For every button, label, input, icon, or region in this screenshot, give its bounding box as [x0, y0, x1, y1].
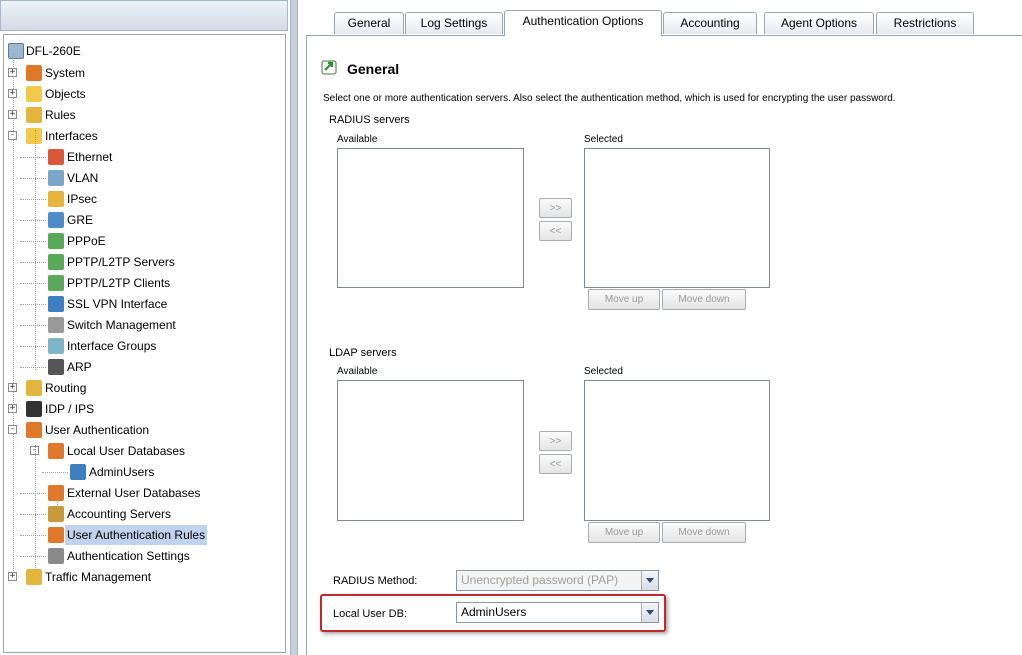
tree-item-label: PPTP/L2TP Clients: [67, 276, 171, 290]
user-db-icon: [70, 464, 86, 480]
ldap-move-up-button[interactable]: Move up: [588, 522, 660, 543]
collapse-icon[interactable]: -: [8, 131, 17, 140]
ldap-available-list[interactable]: [337, 380, 524, 521]
arp-icon: [48, 359, 64, 375]
rules-icon: [26, 107, 42, 123]
expand-icon[interactable]: +: [8, 68, 17, 77]
lock-icon: [48, 191, 64, 207]
auth-rules-icon: [48, 527, 64, 543]
ldap-selected-list[interactable]: [584, 380, 770, 521]
pptp-client-icon: [48, 275, 64, 291]
auth-settings-icon: [48, 548, 64, 564]
tree-item-label: Interfaces: [45, 129, 98, 143]
radius-available-list[interactable]: [337, 148, 524, 288]
ldap-move-down-button[interactable]: Move down: [662, 522, 746, 543]
section-title: General: [347, 61, 400, 77]
tab-restrictions[interactable]: Restrictions: [876, 12, 974, 34]
radius-method-select[interactable]: Unencrypted password (PAP): [456, 570, 659, 591]
tree-root-label: DFL-260E: [26, 44, 81, 58]
tab-content: General Select one or more authenticatio…: [306, 35, 1022, 655]
radius-move-up-button[interactable]: Move up: [588, 289, 660, 310]
tree-item-label: Interface Groups: [67, 339, 157, 353]
collapse-icon[interactable]: -: [8, 425, 17, 434]
radius-method-value: Unencrypted password (PAP): [461, 573, 619, 587]
radius-selected-label: Selected: [584, 134, 623, 145]
tree-item-label: External User Databases: [67, 486, 201, 500]
expand-icon[interactable]: +: [8, 383, 17, 392]
panel-splitter[interactable]: [290, 0, 298, 655]
expand-icon[interactable]: +: [8, 89, 17, 98]
device-icon: [8, 43, 24, 59]
interface-groups-icon: [48, 338, 64, 354]
gre-icon: [48, 212, 64, 228]
tree-item-label: IPsec: [67, 192, 98, 206]
tree-item-label: User Authentication: [45, 423, 150, 437]
tab-accounting[interactable]: Accounting: [663, 12, 757, 34]
tree-item-label: System: [45, 66, 86, 80]
pptp-server-icon: [48, 254, 64, 270]
tree-item-label: ARP: [67, 360, 92, 374]
tab-agent-options[interactable]: Agent Options: [764, 12, 874, 34]
tree-item-label: AdminUsers: [89, 465, 155, 479]
ldap-available-label: Available: [337, 366, 378, 377]
section-description: Select one or more authentication server…: [323, 93, 896, 104]
tree-item-label: IDP / IPS: [45, 402, 95, 416]
folder-icon: [26, 128, 42, 144]
radius-method-label: RADIUS Method:: [333, 575, 418, 587]
main-panel: General Log Settings Authentication Opti…: [298, 0, 1022, 655]
folder-icon: [26, 86, 42, 102]
tab-general[interactable]: General: [334, 12, 404, 34]
tree-item-label: Switch Management: [67, 318, 176, 332]
tree-item-label: Authentication Settings: [67, 549, 190, 563]
navigation-panel: DFL-260E + System + Objects + Rules - Interface…: [0, 0, 290, 655]
vlan-icon: [48, 170, 64, 186]
traffic-icon: [26, 569, 42, 585]
radius-remove-button[interactable]: <<: [539, 221, 572, 241]
radius-selected-list[interactable]: [584, 148, 770, 288]
tree-item-label: Traffic Management: [45, 570, 152, 584]
tree-item-label: Objects: [45, 87, 86, 101]
pppoe-icon: [48, 233, 64, 249]
ldap-selected-label: Selected: [584, 366, 623, 377]
tree-item-label: Rules: [45, 108, 76, 122]
chevron-down-icon: [641, 571, 658, 590]
tree-item-label: VLAN: [67, 171, 99, 185]
radius-move-down-button[interactable]: Move down: [662, 289, 746, 310]
accounting-icon: [48, 506, 64, 522]
tab-log-settings[interactable]: Log Settings: [405, 12, 503, 34]
routing-icon: [26, 380, 42, 396]
switch-icon: [48, 317, 64, 333]
tree-item-label: Accounting Servers: [67, 507, 172, 521]
radius-available-label: Available: [337, 134, 378, 145]
tree-item-label: Routing: [45, 381, 87, 395]
navigation-tree: DFL-260E + System + Objects + Rules - Interface…: [3, 34, 286, 653]
ssl-vpn-icon: [48, 296, 64, 312]
user-db-icon: [48, 443, 64, 459]
expand-icon[interactable]: +: [8, 404, 17, 413]
tab-authentication-options[interactable]: Authentication Options: [504, 10, 662, 36]
tree-item-label: PPPoE: [67, 234, 106, 248]
tree-item-label: SSL VPN Interface: [67, 297, 168, 311]
external-db-icon: [48, 485, 64, 501]
user-auth-icon: [26, 422, 42, 438]
tab-bar: General Log Settings Authentication Opti…: [298, 0, 1022, 40]
ethernet-icon: [48, 149, 64, 165]
tree-item-label: Ethernet: [67, 150, 113, 164]
tree-item-label: PPTP/L2TP Servers: [67, 255, 175, 269]
section-arrow-icon: [321, 60, 337, 75]
navigation-toolbar: [0, 0, 288, 31]
radius-add-button[interactable]: >>: [539, 198, 572, 218]
radius-heading: RADIUS servers: [329, 114, 410, 126]
expand-icon[interactable]: +: [8, 110, 17, 119]
tree-item-label: Local User Databases: [67, 444, 186, 458]
system-icon: [26, 65, 42, 81]
tree-item-label: GRE: [67, 213, 94, 227]
tree-item-label: User Authentication Rules: [65, 525, 208, 545]
ldap-add-button[interactable]: >>: [539, 431, 572, 451]
ldap-remove-button[interactable]: <<: [539, 454, 572, 474]
highlight-box: [320, 594, 666, 632]
expand-icon[interactable]: +: [8, 572, 17, 581]
idp-icon: [26, 401, 42, 417]
ldap-heading: LDAP servers: [329, 347, 397, 359]
